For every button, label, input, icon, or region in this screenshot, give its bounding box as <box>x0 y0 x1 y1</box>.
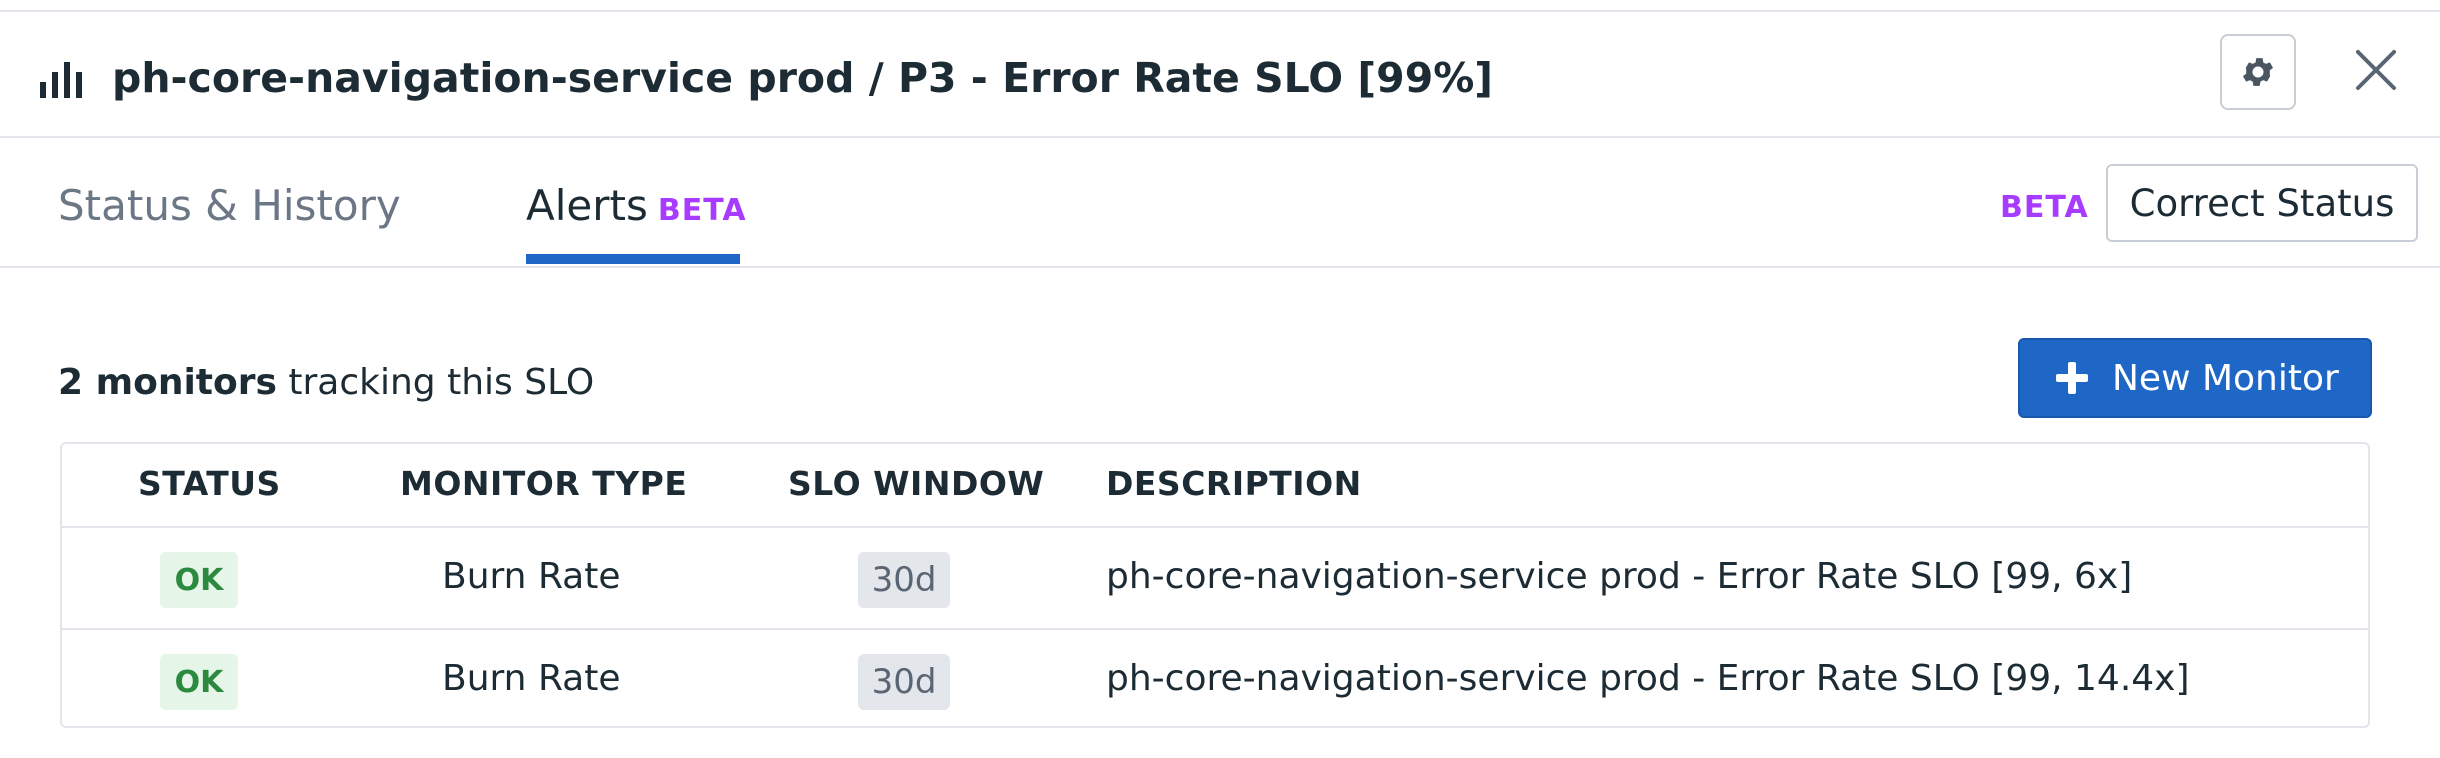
slo-window-badge: 30d <box>858 654 950 710</box>
column-header-monitor-type[interactable]: MONITOR TYPE <box>400 464 687 503</box>
close-icon[interactable] <box>2352 46 2400 94</box>
table-row[interactable]: OK Burn Rate 30d ph-core-navigation-serv… <box>62 630 2368 730</box>
tab-label: Status & History <box>58 181 401 230</box>
new-monitor-button[interactable]: New Monitor <box>2018 338 2372 418</box>
monitor-type-cell: Burn Rate <box>442 658 621 699</box>
status-badge: OK <box>160 654 238 710</box>
bar-chart-icon <box>40 62 82 98</box>
settings-button[interactable] <box>2220 34 2296 110</box>
correct-status-button[interactable]: Correct Status <box>2106 164 2418 242</box>
panel-header: ph-core-navigation-service prod / P3 - E… <box>0 12 2440 138</box>
page-title: ph-core-navigation-service prod / P3 - E… <box>112 54 1494 102</box>
slo-window-badge: 30d <box>858 552 950 608</box>
plus-icon <box>2056 362 2088 394</box>
gear-icon <box>2242 58 2274 86</box>
monitor-count: 2 monitors <box>58 362 277 403</box>
summary-text: tracking this SLO <box>276 362 595 403</box>
active-tab-indicator <box>526 254 740 264</box>
new-monitor-label: New Monitor <box>2112 357 2339 399</box>
beta-label: BETA <box>2000 190 2089 225</box>
beta-badge: BETA <box>657 193 747 228</box>
column-header-description[interactable]: DESCRIPTION <box>1106 464 1362 503</box>
monitor-type-cell: Burn Rate <box>442 556 621 597</box>
status-badge: OK <box>160 552 238 608</box>
monitors-table: STATUS MONITOR TYPE SLO WINDOW DESCRIPTI… <box>60 442 2370 728</box>
description-cell[interactable]: ph-core-navigation-service prod - Error … <box>1106 654 2190 704</box>
table-header: STATUS MONITOR TYPE SLO WINDOW DESCRIPTI… <box>62 444 2368 528</box>
tab-status-history[interactable]: Status & History <box>58 180 401 232</box>
description-cell[interactable]: ph-core-navigation-service prod - Error … <box>1106 552 2132 602</box>
monitors-summary: 2 monitors tracking this SLO <box>58 360 594 406</box>
tab-bar: Status & History Alerts BETA BETA Correct… <box>0 138 2440 268</box>
column-header-slo-window[interactable]: SLO WINDOW <box>788 464 1044 503</box>
tab-alerts[interactable]: Alerts BETA <box>526 180 747 237</box>
tab-label: Alerts <box>526 181 648 230</box>
column-header-status[interactable]: STATUS <box>138 464 281 503</box>
table-row[interactable]: OK Burn Rate 30d ph-core-navigation-serv… <box>62 528 2368 630</box>
